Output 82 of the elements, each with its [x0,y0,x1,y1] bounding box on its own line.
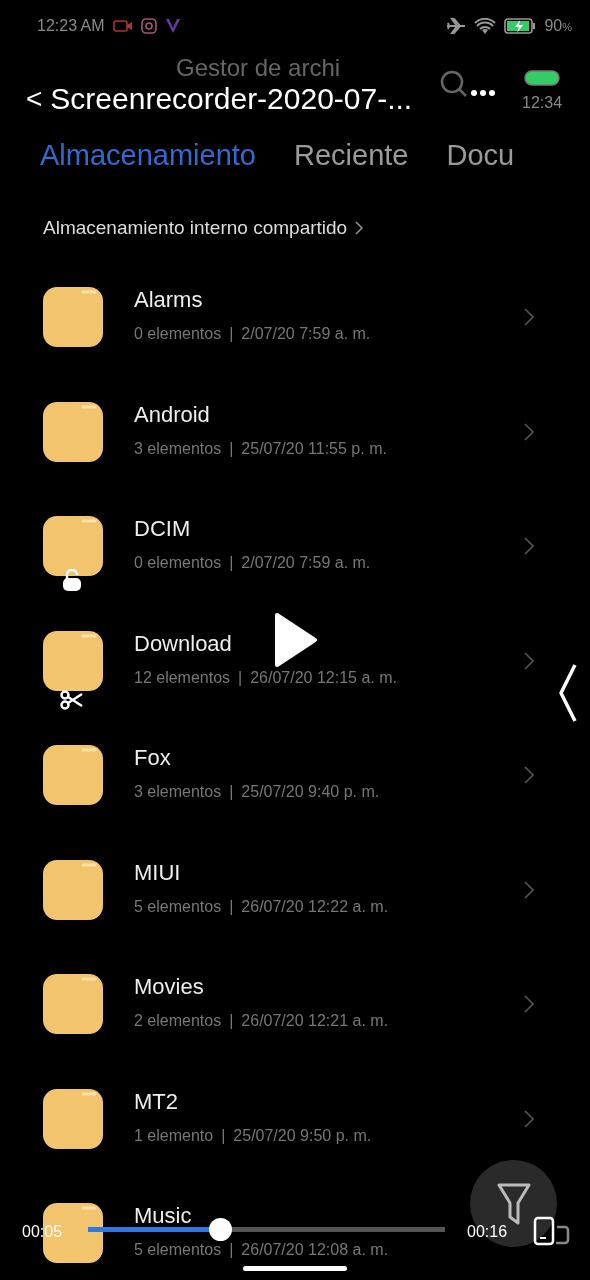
folder-name: Download [134,631,232,656]
chevron-right-icon[interactable] [524,1109,534,1128]
more-icon[interactable] [471,90,495,96]
v-logo-icon [164,18,181,34]
padlock-icon[interactable] [62,569,82,591]
item-count: 0 elementos [134,553,222,574]
back-button[interactable]: < [26,82,43,116]
folder-icon [43,630,103,691]
tab[interactable]: Almacenamiento [40,134,256,178]
folder-icon [43,516,103,577]
item-count: 1 elemento [134,1125,214,1146]
folder-name: Music [134,1204,192,1229]
battery-level: 90 [544,17,563,34]
seek-track[interactable] [88,1227,445,1232]
tab[interactable]: Docu [446,134,515,178]
separator: | [229,553,234,574]
folder-icon [43,745,103,806]
separator: | [229,438,234,459]
breadcrumb-link[interactable]: Almacenamiento interno compartido [43,213,348,243]
item-count: 12 elementos [134,667,231,688]
separator: | [229,1240,234,1261]
folder-name: Android [134,402,210,427]
modified-date: 2/07/20 7:59 a. m. [241,553,371,574]
rotate-screen-icon[interactable] [533,1216,571,1246]
wifi-icon [474,17,497,35]
window-title: Screenrecorder-2020-07-... [50,82,413,116]
percent-sign: % [562,21,572,33]
modified-date: 26/07/20 12:21 a. m. [241,1011,389,1032]
seek-thumb[interactable] [209,1218,233,1241]
chevron-right-icon[interactable] [524,537,534,556]
separator: | [229,896,234,917]
chevron-right-icon[interactable] [524,308,534,327]
clock: 12:23 AM [37,16,105,36]
time-total: 00:16 [467,1222,508,1242]
app-title: Gestor de archi [176,54,341,82]
modified-date: 25/07/20 11:55 p. m. [241,438,387,459]
folder-name: Alarms [134,288,203,313]
chevron-right-icon[interactable] [524,880,534,899]
separator: | [221,1125,226,1146]
folder-icon [43,974,103,1035]
chevron-right-icon[interactable] [524,766,534,785]
modified-date: 25/07/20 9:40 p. m. [241,782,380,803]
separator: | [229,1011,234,1032]
modified-date: 25/07/20 9:50 p. m. [233,1125,372,1146]
folder-icon [43,1088,103,1149]
chevron-right-icon[interactable] [524,422,534,441]
chevron-right-icon [355,221,364,235]
item-count: 0 elementos [134,324,222,345]
separator: | [229,324,234,345]
filter-icon [496,1182,531,1225]
modified-date: 26/07/20 12:22 a. m. [241,896,389,917]
folder-name: Movies [134,975,204,1000]
clock: 12:34 [522,93,563,113]
folder-icon [43,287,103,348]
folder-name: MIUI [134,860,181,885]
video-camera-icon [112,19,133,33]
battery-icon [524,70,560,86]
airplane-icon [446,17,467,35]
search-icon[interactable] [440,70,468,98]
modified-date: 2/07/20 7:59 a. m. [241,324,371,345]
separator: | [238,667,243,688]
folder-icon [43,859,103,920]
item-count: 3 elementos [134,438,222,459]
scissors-icon[interactable] [60,690,84,710]
folder-name: MT2 [134,1089,178,1114]
camera-icon [140,18,157,34]
battery-icon [504,18,537,34]
item-count: 5 elementos [134,1240,222,1261]
item-count: 2 elementos [134,1011,222,1032]
chevron-right-icon[interactable] [524,651,534,670]
separator: | [229,782,234,803]
item-count: 5 elementos [134,896,222,917]
modified-date: 26/07/20 12:08 a. m. [241,1240,389,1261]
tab[interactable]: Reciente [294,134,409,178]
folder-icon [43,401,103,462]
folder-name: DCIM [134,517,191,542]
play-icon[interactable] [273,612,317,668]
modified-date: 26/07/20 12:15 a. m. [250,667,397,688]
chevron-left-icon[interactable] [558,663,578,723]
folder-name: Fox [134,746,171,771]
chevron-right-icon[interactable] [524,995,534,1014]
item-count: 3 elementos [134,782,222,803]
